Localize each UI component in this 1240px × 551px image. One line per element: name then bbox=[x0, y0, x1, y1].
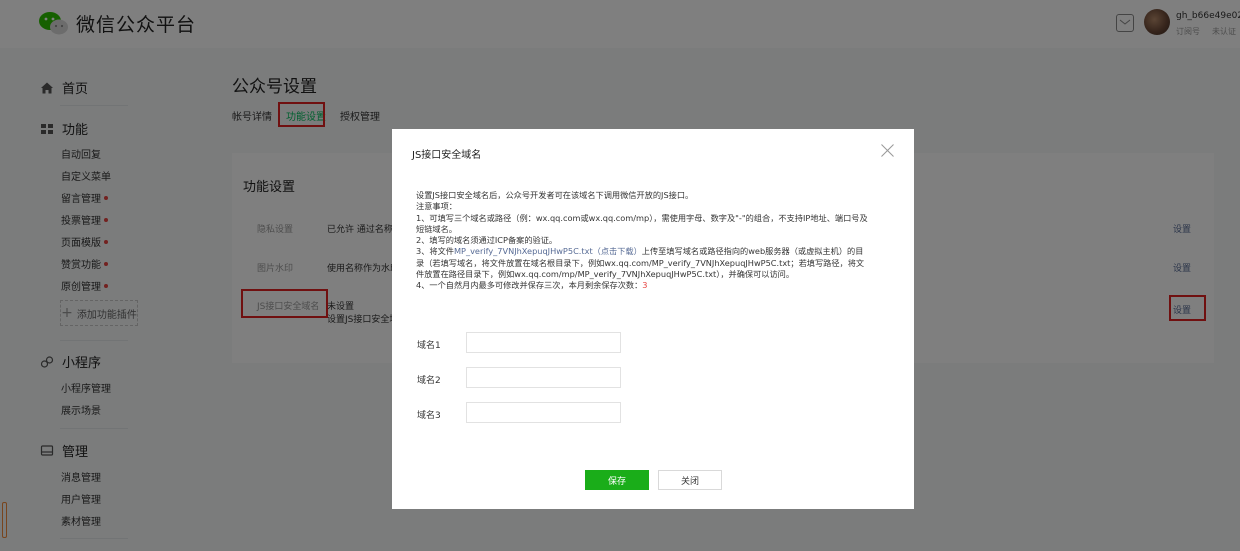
note-3-suffix: 上传至填写域名或路径指向的web服务器（或虚拟主机）的目 bbox=[641, 246, 864, 257]
note-1: 1、可填写三个域名或路径（例：wx.qq.com或wx.qq.com/mp），需… bbox=[416, 212, 868, 223]
save-button[interactable]: 保存 bbox=[585, 470, 649, 490]
remaining-count: 3 bbox=[642, 280, 648, 291]
close-icon[interactable] bbox=[881, 143, 895, 157]
dialog-title: JS接口安全域名 bbox=[412, 150, 482, 161]
note-4-text: 4、一个自然月内最多可修改并保存三次，本月剩余保存次数： bbox=[416, 280, 643, 291]
js-domain-dialog: JS接口安全域名 设置JS接口安全域名后，公众号开发者可在该域名下调用微信开放的… bbox=[392, 129, 914, 509]
note-2: 2、填写的域名须通过ICP备案的验证。 bbox=[416, 235, 558, 246]
dialog-instructions: 设置JS接口安全域名后，公众号开发者可在该域名下调用微信开放的JS接口。 注意事… bbox=[416, 190, 896, 292]
close-button[interactable]: 关闭 bbox=[658, 470, 722, 490]
note-3-prefix: 3、将文件 bbox=[416, 246, 454, 257]
domain2-label: 域名2 bbox=[417, 376, 441, 386]
note-1-cont: 短链域名。 bbox=[416, 223, 457, 234]
note-3: 3、将文件MP_verify_7VNJhXepuqJHwP5C.txt（点击下载… bbox=[416, 246, 896, 257]
verify-file-download-link[interactable]: MP_verify_7VNJhXepuqJHwP5C.txt（点击下载） bbox=[454, 246, 642, 256]
domain3-input[interactable] bbox=[466, 402, 621, 423]
domain3-label: 域名3 bbox=[417, 411, 441, 421]
notes-title: 注意事项： bbox=[416, 201, 457, 212]
note-3-line2: 录（若填写域名，将文件放置在域名根目录下，例如wx.qq.com/MP_veri… bbox=[416, 257, 865, 268]
note-3-line3: 件放置在路径目录下，例如wx.qq.com/mp/MP_verify_7VNJh… bbox=[416, 269, 795, 280]
domain2-input[interactable] bbox=[466, 367, 621, 388]
domain1-label: 域名1 bbox=[417, 341, 441, 351]
intro-text: 设置JS接口安全域名后，公众号开发者可在该域名下调用微信开放的JS接口。 bbox=[416, 190, 694, 200]
note-4: 4、一个自然月内最多可修改并保存三次，本月剩余保存次数：3 bbox=[416, 280, 896, 291]
domain1-input[interactable] bbox=[466, 332, 621, 353]
